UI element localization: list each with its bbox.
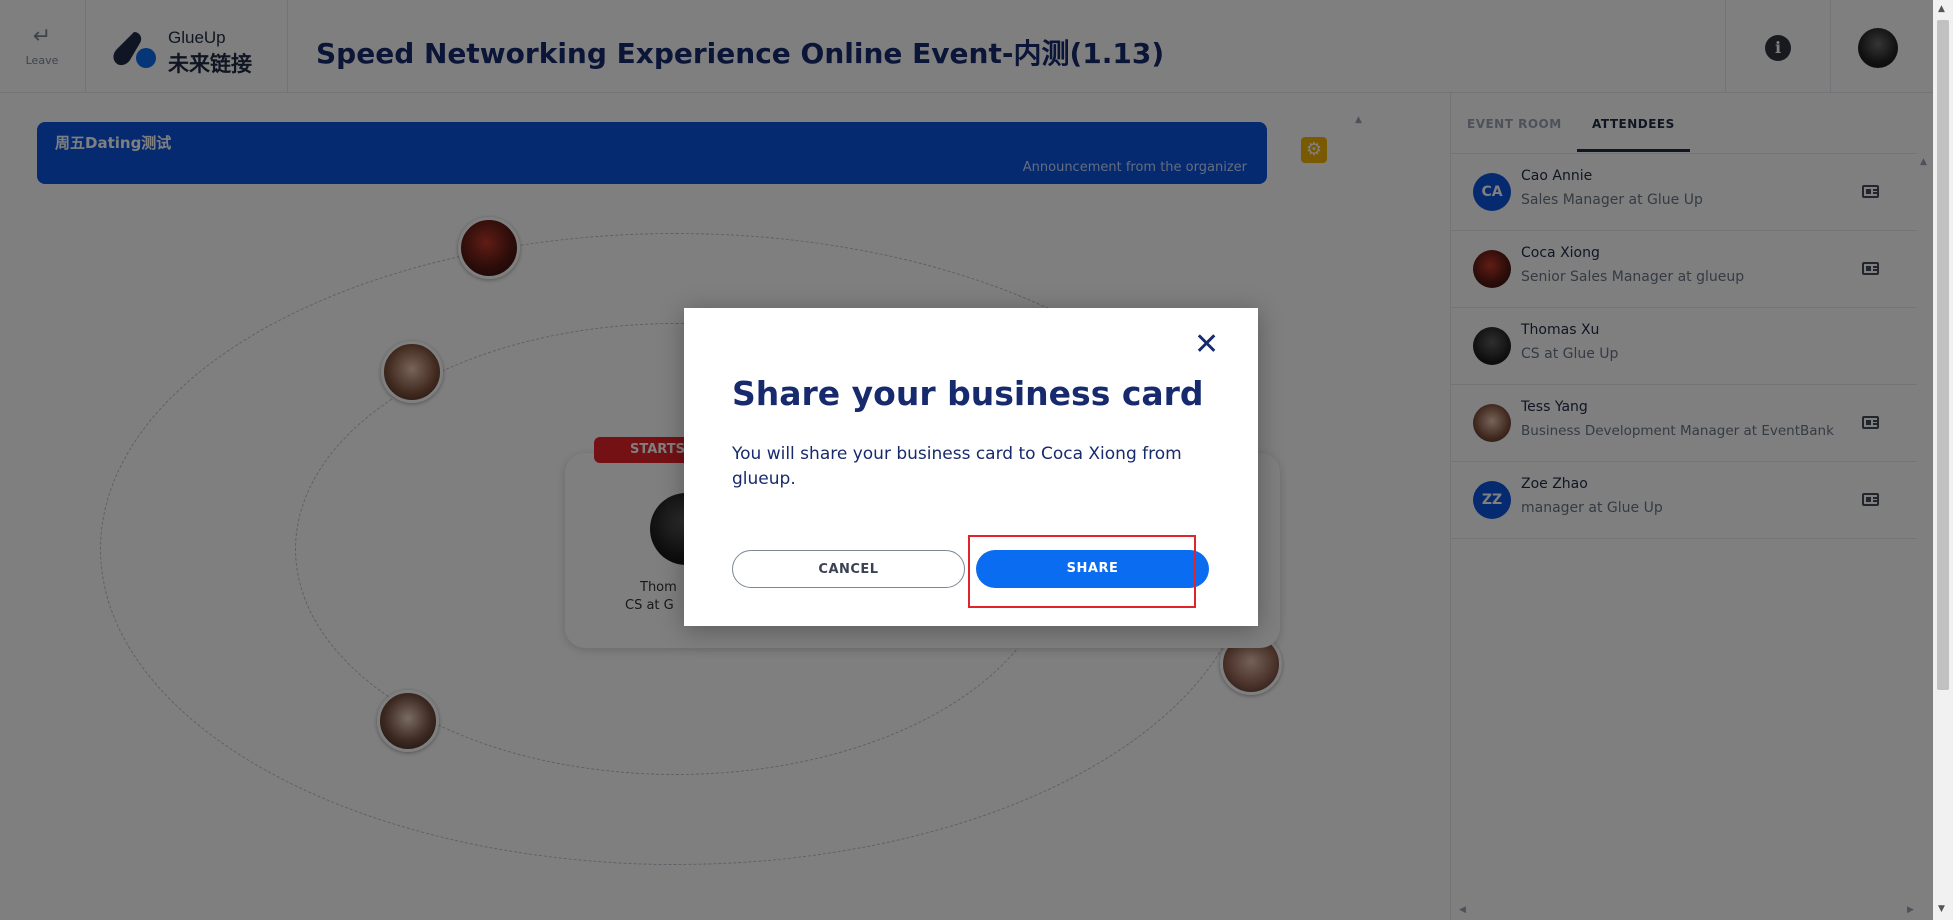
close-icon[interactable]: ✕ xyxy=(1194,330,1219,360)
cancel-button[interactable]: CANCEL xyxy=(732,550,965,588)
share-card-dialog: ✕ Share your business card You will shar… xyxy=(684,308,1258,626)
share-button-highlight xyxy=(968,535,1196,608)
scroll-up-arrow-icon[interactable]: ▲ xyxy=(1938,4,1945,14)
dialog-message: You will share your business card to Coc… xyxy=(732,444,1182,489)
scrollbar-thumb[interactable] xyxy=(1937,20,1949,690)
scroll-down-arrow-icon[interactable]: ▼ xyxy=(1938,904,1945,914)
page-scrollbar[interactable]: ▲ ▼ xyxy=(1933,0,1953,920)
dialog-title: Share your business card xyxy=(732,374,1204,413)
